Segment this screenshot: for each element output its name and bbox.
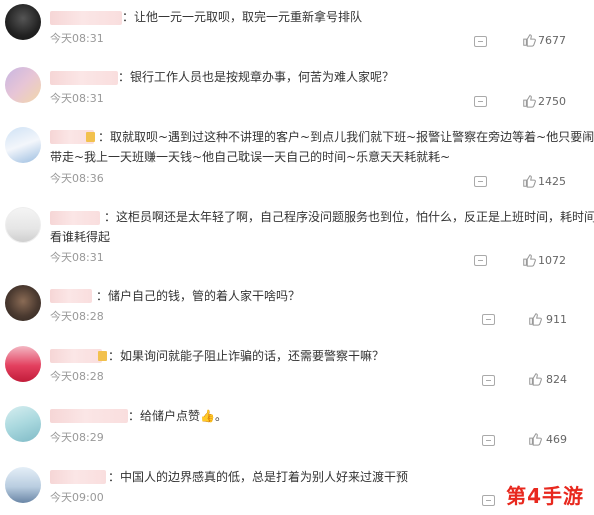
comment-time: 今天08:28 [50, 310, 104, 323]
comment-time: 今天08:29 [50, 431, 104, 444]
comment-text: ：给储户点赞👍。 [128, 409, 227, 423]
avatar[interactable] [5, 467, 41, 503]
username[interactable] [50, 211, 100, 225]
comment-text: ：储户自己的钱，管的着人家干啥吗？ [96, 289, 301, 303]
like-count: 1425 [538, 175, 566, 188]
comment-text: ：取就取呗~遇到过这种不讲理的客户~到点儿我们就下班~报警让警察在旁边等着~他只… [98, 130, 594, 144]
thumbs-up-icon[interactable] [528, 432, 542, 446]
comment-icon[interactable] [482, 314, 495, 325]
comment-text: ：这柜员啊还是太年轻了啊，自己程序没问题服务也到位，怕什么，反正是上班时间，耗时… [104, 210, 594, 224]
avatar[interactable] [5, 67, 41, 103]
like-count: 824 [546, 373, 567, 386]
comment-icon[interactable] [482, 435, 495, 446]
comment-icon[interactable] [474, 255, 487, 266]
avatar[interactable] [5, 346, 41, 382]
username[interactable] [50, 71, 118, 85]
comment-time: 今天08:31 [50, 32, 104, 45]
thumbs-up-icon[interactable] [522, 33, 536, 47]
username[interactable] [50, 409, 128, 423]
username[interactable] [50, 470, 106, 484]
comment-text-line2: 带走~我上一天班赚一天钱~他自己耽误一天自己的时间~乐意天天耗就耗~ [50, 150, 451, 164]
avatar[interactable] [5, 207, 41, 243]
thumbs-up-icon[interactable] [522, 253, 536, 267]
comment-text: ：银行工作人员也是按规章办事，何苦为难人家呢？ [118, 70, 395, 84]
comment-text-line2: 看谁耗得起 [50, 230, 111, 244]
comment-text: ：让他一元一元取呗，取完一元重新拿号排队 [122, 10, 363, 24]
comment-icon[interactable] [482, 375, 495, 386]
like-count: 469 [546, 433, 567, 446]
like-count: 7677 [538, 34, 566, 47]
like-count: 2750 [538, 95, 566, 108]
avatar[interactable] [5, 127, 41, 163]
comment-icon[interactable] [474, 36, 487, 47]
comment-time: 今天08:28 [50, 370, 104, 383]
username[interactable] [50, 289, 92, 303]
thumbs-up-icon[interactable] [522, 94, 536, 108]
comment-time: 今天08:31 [50, 92, 104, 105]
comment-time: 今天08:36 [50, 172, 104, 185]
username[interactable] [50, 349, 102, 363]
thumbs-up-icon[interactable] [528, 372, 542, 386]
avatar[interactable] [5, 406, 41, 442]
like-count: 911 [546, 313, 567, 326]
thumbs-up-icon[interactable] [522, 174, 536, 188]
thumbs-up-icon[interactable] [528, 312, 542, 326]
comment-time: 今天09:00 [50, 491, 104, 504]
watermark-logo: 第4手游 [506, 484, 584, 508]
avatar[interactable] [5, 4, 41, 40]
vip-badge-icon [86, 132, 95, 142]
username[interactable] [50, 11, 122, 25]
like-count: 1072 [538, 254, 566, 267]
comment-icon[interactable] [474, 176, 487, 187]
comment-icon[interactable] [474, 96, 487, 107]
comment-icon[interactable] [482, 495, 495, 506]
vip-badge-icon [98, 351, 107, 361]
avatar[interactable] [5, 285, 41, 321]
comment-text: ：如果询问就能子阻止诈骗的话，还需要警察干嘛？ [108, 349, 385, 363]
comment-time: 今天08:31 [50, 251, 104, 264]
